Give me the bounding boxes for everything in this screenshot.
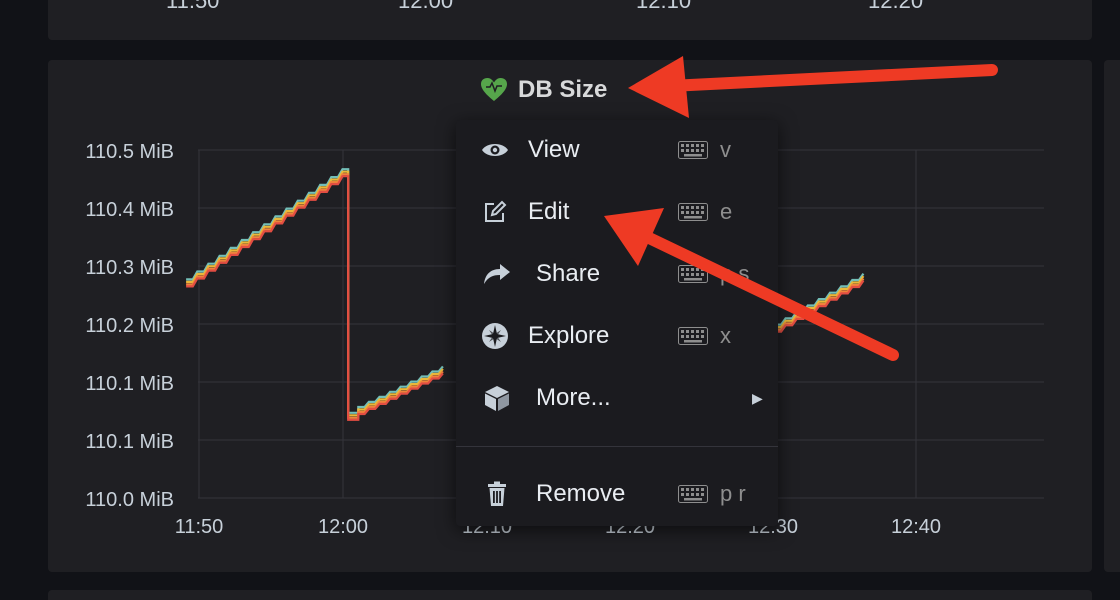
menu-item-remove[interactable]: Remove p r [456,466,778,522]
menu-item-label: Explore [528,322,610,349]
x-tick-label: 12:00 [318,516,368,538]
y-tick-label: 110.2 MiB [85,315,174,337]
y-tick-label: 110.0 MiB [85,489,174,511]
y-tick-label: 110.3 MiB [85,257,174,279]
menu-item-explore[interactable]: Explore x [456,308,778,364]
caret-right-icon: ▶ [752,389,763,406]
menu-item-view[interactable]: View v [456,122,778,178]
keyboard-icon [676,484,710,504]
y-tick-label: 110.1 MiB [85,431,174,453]
keyboard-icon [676,326,710,346]
keyboard-icon [676,202,710,222]
x-tick-label: 12:40 [891,516,941,538]
shortcut-key: e [720,199,733,224]
eye-icon [480,135,510,165]
trash-icon [482,479,512,509]
shortcut-key: p s [720,261,750,286]
menu-item-label: Remove [536,480,626,507]
keyboard-icon [676,264,710,284]
menu-item-label: More... [536,384,611,411]
menu-item-label: View [528,136,580,163]
y-tick-label: 110.1 MiB [85,373,174,395]
menu-item-label: Edit [528,198,570,225]
cube-icon [482,383,512,413]
shortcut-key: p r [720,481,746,506]
menu-item-label: Share [536,260,601,287]
shortcut-key: v [720,137,731,162]
y-tick-label: 110.4 MiB [85,199,174,221]
menu-divider [456,446,778,447]
menu-item-more[interactable]: More... ▶ [456,370,778,426]
compass-icon [480,321,510,351]
menu-item-share[interactable]: Share p s [456,246,778,302]
y-tick-label: 110.5 MiB [85,141,174,163]
x-tick-label: 11:50 [175,516,224,538]
shortcut-key: x [720,323,731,348]
share-icon [482,259,512,289]
panel-context-menu: View v Edit e Share p s Explore x More..… [456,120,778,526]
keyboard-icon [676,140,710,160]
edit-icon [480,197,510,227]
menu-item-edit[interactable]: Edit e [456,184,778,240]
